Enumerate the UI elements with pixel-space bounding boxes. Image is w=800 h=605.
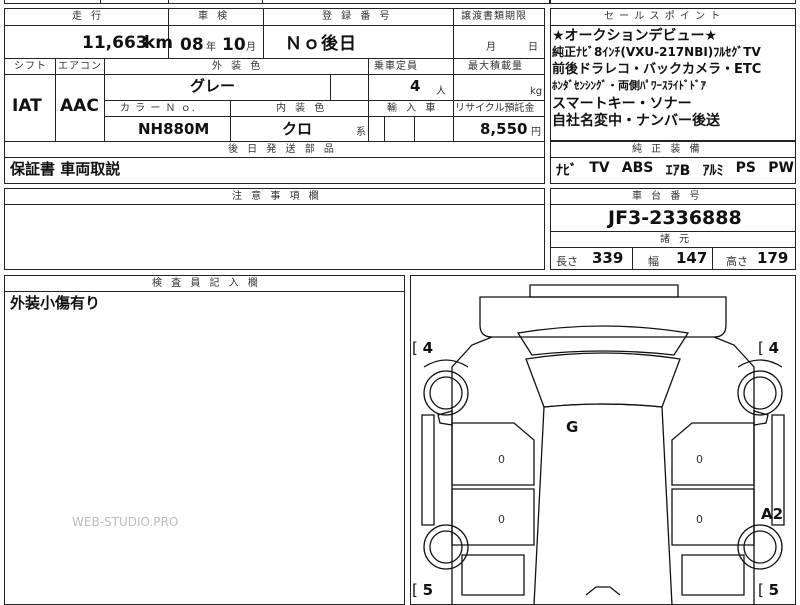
sales-point-line: ﾎﾝﾀﾞｾﾝｼﾝｸﾞ・両側ﾊﾟﾜｰｽﾗｲﾄﾞﾄﾞｱ: [552, 79, 706, 92]
tire-bracket-rr: [ 5: [758, 581, 780, 599]
shift-value: IAT: [12, 96, 42, 116]
door-mark: 0: [498, 513, 505, 526]
shaken-header: 車 検: [198, 11, 231, 22]
transfer-day: 日: [528, 42, 538, 53]
capacity-header: 乗車定員: [374, 61, 418, 72]
sales-points-header: セ ー ル ス ポ イ ン ト: [604, 11, 722, 22]
factory-equipment-header: 純 正 装 備: [632, 144, 703, 155]
glass-mark: G: [566, 418, 579, 436]
tire-tread-rl: 5: [422, 581, 434, 599]
inspector-header: 検 査 員 記 入 欄: [152, 278, 261, 289]
transfer-month: 月: [486, 42, 496, 53]
tire-bracket-rl: [ 5: [412, 581, 434, 599]
tire-bracket-fl: [ 4: [412, 339, 434, 357]
tire-tread-rr: 5: [768, 581, 780, 599]
color-no-value: NH880M: [138, 120, 210, 138]
sales-point-line: スマートキー・ソナー: [552, 96, 692, 112]
tire-tread-fr: 4: [768, 339, 780, 357]
equipment-item: PS: [735, 160, 757, 176]
capacity-unit: 人: [436, 86, 446, 97]
mileage-unit: km: [144, 33, 174, 53]
watermark: WEB-STUDIO.PRO: [72, 515, 179, 529]
height-label: 高さ: [726, 255, 748, 268]
color-no-header: カ ラ ー Ｎ ｏ.: [120, 103, 196, 114]
shaken-month: 10: [222, 35, 246, 55]
car-diagram: [421, 284, 785, 605]
equipment-item: TV: [589, 160, 610, 176]
shaken-year-unit: 年: [206, 42, 216, 53]
door-mark: 0: [696, 453, 703, 466]
interior-color-value: クロ: [282, 120, 313, 138]
dimensions-header: 諸 元: [660, 234, 693, 245]
sales-point-line: 自社名変中・ナンバー後送: [552, 113, 720, 129]
equipment-item: ﾅﾋﾞ: [556, 163, 577, 179]
sales-points-list: ★オークションデビュー★ 純正ﾅﾋﾞ8ｲﾝﾁ(VXU-217NBI)ﾌﾙｾｸﾞT…: [552, 29, 796, 131]
equipment-item: ｴｱB: [665, 163, 691, 179]
import-header: 輸 入 車: [387, 103, 439, 114]
equipment-item: ｱﾙﾐ: [702, 163, 724, 179]
sales-point-line: 前後ドラレコ・バックカメラ・ETC: [552, 62, 762, 77]
aircon-value: AAC: [60, 96, 99, 116]
shaken-year: 08: [180, 35, 204, 55]
inspector-box: [4, 275, 405, 605]
exterior-color-header: 外 装 色: [212, 61, 264, 72]
capacity-value: 4: [410, 77, 421, 95]
later-parts-value: 保証書 車両取説: [10, 160, 121, 178]
length-label: 長さ: [556, 255, 578, 268]
recycle-value: 8,550: [480, 120, 528, 138]
max-load-header: 最大積載量: [468, 61, 523, 72]
registration-value: Ｎｏ後日: [285, 34, 357, 54]
interior-suffix: 系: [356, 127, 366, 138]
factory-equipment-list: ﾅﾋﾞ TV ABS ｴｱB ｱﾙﾐ PS PW: [556, 160, 794, 180]
length-value: 339: [592, 249, 624, 267]
chassis-value: JF3-2336888: [608, 207, 742, 229]
max-load-unit: kg: [530, 86, 543, 97]
interior-color-header: 内 装 色: [276, 103, 328, 114]
aircon-header: エアコン: [58, 61, 102, 72]
exterior-color-value: グレー: [190, 77, 236, 95]
top-strip: [4, 0, 550, 4]
mileage-value: 11,663: [82, 33, 148, 53]
sales-point-line: 純正ﾅﾋﾞ8ｲﾝﾁ(VXU-217NBI)ﾌﾙｾｸﾞTV: [552, 45, 761, 59]
chassis-header: 車 台 番 号: [632, 191, 703, 202]
height-value: 179: [757, 249, 789, 267]
width-value: 147: [676, 249, 708, 267]
door-mark: 0: [498, 453, 505, 466]
shift-header: シフト: [14, 61, 47, 72]
equipment-item: ABS: [621, 160, 654, 176]
notes-header: 注 意 事 項 欄: [232, 191, 322, 202]
equipment-item: PW: [768, 160, 794, 176]
sales-point-line: ★オークションデビュー★: [552, 28, 718, 44]
transfer-deadline-header: 譲渡書類期限: [461, 11, 527, 22]
inspector-value: 外装小傷有り: [10, 294, 101, 312]
width-label: 幅: [648, 255, 659, 268]
mileage-header: 走 行: [72, 11, 105, 22]
tire-bracket-fr: [ 4: [758, 339, 780, 357]
damage-mark: A2: [761, 505, 784, 523]
later-parts-header: 後 日 発 送 部 品: [228, 144, 337, 155]
recycle-unit: 円: [531, 127, 541, 138]
registration-header: 登 録 番 号: [322, 11, 393, 22]
tire-tread-fl: 4: [422, 339, 434, 357]
top-strip-right: [550, 0, 796, 4]
shaken-month-unit: 月: [246, 42, 256, 53]
recycle-header: リサイクル預託金: [455, 103, 535, 114]
door-mark: 0: [696, 513, 703, 526]
